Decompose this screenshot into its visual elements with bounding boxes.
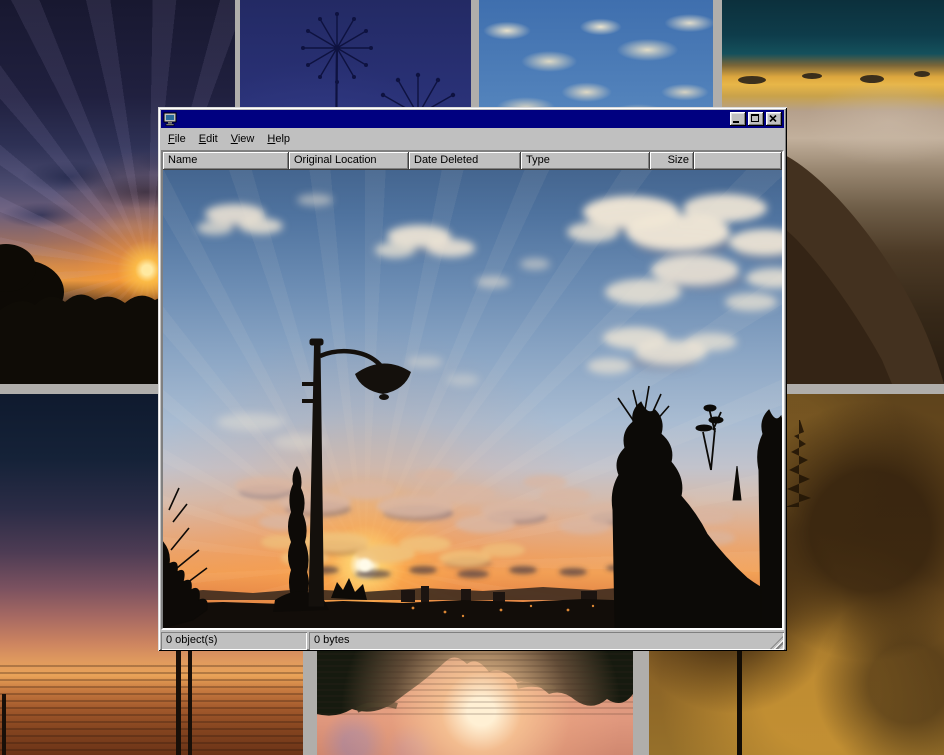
status-size: 0 bytes <box>309 632 784 650</box>
column-header-original-location[interactable]: Original Location <box>289 152 409 170</box>
column-header-name[interactable]: Name <box>163 152 289 170</box>
desktop-wallpaper: File Edit View Help Name Original Locati… <box>0 0 944 755</box>
column-header-blank <box>694 152 782 170</box>
sunset-scene <box>163 170 782 628</box>
menu-view[interactable]: View <box>225 131 262 147</box>
menu-help[interactable]: Help <box>261 131 297 147</box>
minimize-button[interactable] <box>730 112 746 126</box>
menu-file[interactable]: File <box>162 131 193 147</box>
close-button[interactable] <box>766 112 782 126</box>
maximize-icon <box>751 114 759 122</box>
status-object-count: 0 object(s) <box>161 632 307 650</box>
menu-edit[interactable]: Edit <box>193 131 225 147</box>
minimize-icon <box>733 121 739 123</box>
column-header-size[interactable]: Size <box>650 152 694 170</box>
column-header-type[interactable]: Type <box>521 152 650 170</box>
status-bar: 0 object(s) 0 bytes <box>161 632 784 650</box>
maximize-button[interactable] <box>748 112 764 126</box>
close-icon <box>769 115 777 122</box>
column-headers: Name Original Location Date Deleted Type… <box>163 152 782 170</box>
window-titlebar[interactable] <box>161 110 784 128</box>
column-header-date-deleted[interactable]: Date Deleted <box>409 152 521 170</box>
file-list-view: Name Original Location Date Deleted Type… <box>161 150 784 630</box>
menu-bar: File Edit View Help <box>161 130 784 148</box>
list-content-area[interactable] <box>163 170 782 628</box>
window-controls <box>730 112 782 126</box>
recycle-bin-window: File Edit View Help Name Original Locati… <box>158 107 787 651</box>
computer-icon <box>163 112 177 126</box>
